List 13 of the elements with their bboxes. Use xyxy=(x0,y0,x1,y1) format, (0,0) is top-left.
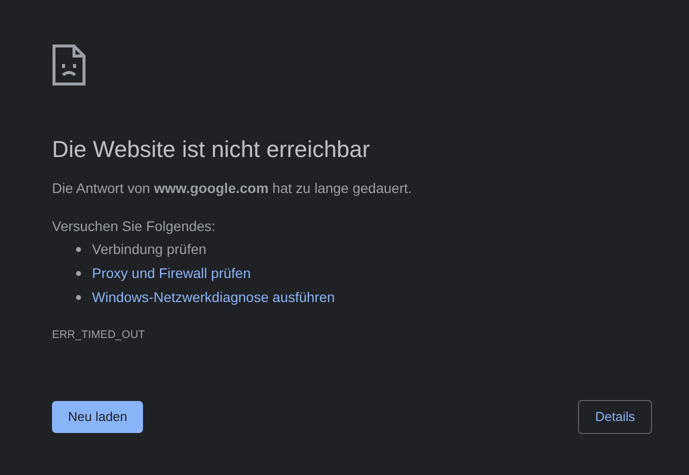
bullet-icon xyxy=(76,247,81,252)
reload-button[interactable]: Neu laden xyxy=(52,400,144,432)
suggestions-heading: Versuchen Sie Folgendes: xyxy=(52,217,216,236)
details-button[interactable]: Details xyxy=(578,400,652,434)
bullet-icon xyxy=(76,295,81,300)
suggestion-link[interactable]: Windows-Netzwerkdiagnose ausführen xyxy=(92,288,335,307)
error-message: Die Antwort von www.google.com hat zu lange gedauert. xyxy=(52,179,413,198)
suggestion-link[interactable]: Proxy und Firewall prüfen xyxy=(92,264,251,283)
error-code: ERR_TIMED_OUT xyxy=(52,328,146,343)
suggestion-text: Verbindung prüfen xyxy=(92,240,206,259)
bullet-icon xyxy=(76,271,81,276)
page-heading: Die Website ist nicht erreichbar xyxy=(52,135,371,164)
sad-page-icon xyxy=(52,44,86,86)
